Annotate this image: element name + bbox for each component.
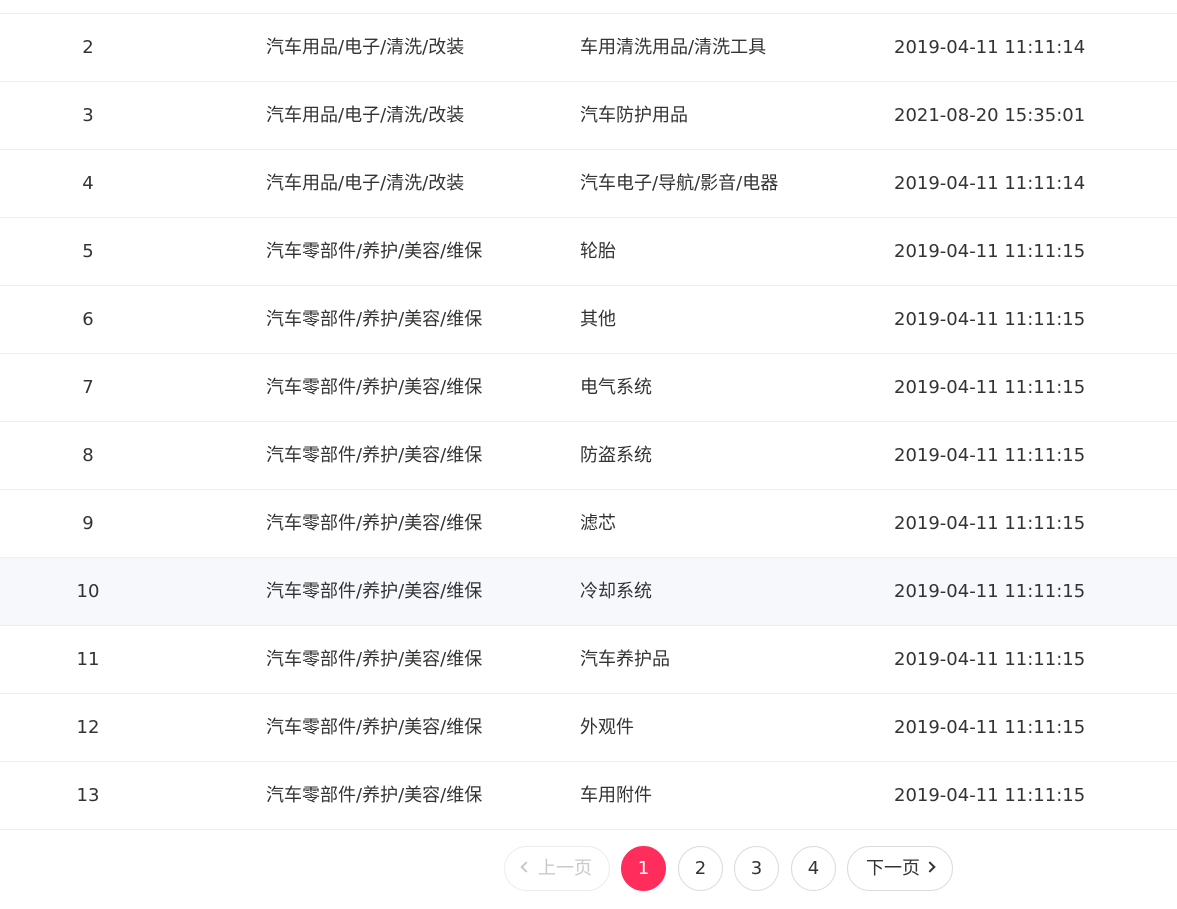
- row-parent-category: 汽车零部件/养护/美容/维保: [266, 309, 483, 330]
- row-timestamp: 2019-04-11 11:11:15: [894, 377, 1086, 398]
- row-id: 9: [82, 513, 94, 534]
- page-button-1[interactable]: 1: [621, 846, 666, 891]
- row-timestamp: 2019-04-11 11:11:15: [894, 717, 1086, 738]
- row-category-name: 冷却系统: [580, 581, 652, 602]
- row-id: 12: [76, 717, 100, 738]
- table-row-hovered[interactable]: 10 汽车零部件/养护/美容/维保 冷却系统 2019-04-11 11:11:…: [0, 558, 1177, 626]
- row-id: 11: [76, 649, 100, 670]
- row-id: 7: [82, 377, 94, 398]
- table-row[interactable]: 9 汽车零部件/养护/美容/维保 滤芯 2019-04-11 11:11:15: [0, 490, 1177, 558]
- table-row[interactable]: 6 汽车零部件/养护/美容/维保 其他 2019-04-11 11:11:15: [0, 286, 1177, 354]
- row-parent-category: 汽车零部件/养护/美容/维保: [266, 649, 483, 670]
- row-category-name: 电气系统: [580, 377, 652, 398]
- row-timestamp: 2019-04-11 11:11:15: [894, 581, 1086, 602]
- prev-page-button[interactable]: 上一页: [504, 846, 610, 891]
- row-timestamp: 2019-04-11 11:11:14: [894, 173, 1086, 194]
- next-page-label: 下一页: [866, 858, 920, 879]
- row-parent-category: 汽车用品/电子/清洗/改装: [266, 37, 465, 58]
- table-row[interactable]: 3 汽车用品/电子/清洗/改装 汽车防护用品 2021-08-20 15:35:…: [0, 82, 1177, 150]
- row-timestamp: 2019-04-11 11:11:15: [894, 241, 1086, 262]
- table-row[interactable]: 2 汽车用品/电子/清洗/改装 车用清洗用品/清洗工具 2019-04-11 1…: [0, 14, 1177, 82]
- row-parent-category: 汽车零部件/养护/美容/维保: [266, 377, 483, 398]
- row-parent-category: 汽车零部件/养护/美容/维保: [266, 581, 483, 602]
- row-parent-category: 汽车零部件/养护/美容/维保: [266, 445, 483, 466]
- row-category-name: 汽车防护用品: [580, 105, 688, 126]
- chevron-left-icon: [520, 861, 532, 873]
- next-page-button[interactable]: 下一页: [847, 846, 953, 891]
- row-id: 5: [82, 241, 94, 262]
- category-table: 1 2 汽车用品/电子/清洗/改装 车用清洗用品/清洗工具 2019-04-11…: [0, 0, 1177, 830]
- page-button-4[interactable]: 4: [791, 846, 836, 891]
- prev-page-label: 上一页: [538, 858, 592, 879]
- table-row[interactable]: 8 汽车零部件/养护/美容/维保 防盗系统 2019-04-11 11:11:1…: [0, 422, 1177, 490]
- row-id: 10: [76, 581, 100, 602]
- row-category-name: 车用清洗用品/清洗工具: [580, 37, 767, 58]
- row-timestamp: 2019-04-11 11:11:15: [894, 785, 1086, 806]
- table-row[interactable]: 7 汽车零部件/养护/美容/维保 电气系统 2019-04-11 11:11:1…: [0, 354, 1177, 422]
- row-category-name: 其他: [580, 309, 616, 330]
- row-timestamp: 2019-04-11 11:11:15: [894, 649, 1086, 670]
- row-category-name: 防盗系统: [580, 445, 652, 466]
- row-parent-category: 汽车零部件/养护/美容/维保: [266, 717, 483, 738]
- row-parent-category: 汽车零部件/养护/美容/维保: [266, 513, 483, 534]
- row-category-name: 汽车养护品: [580, 649, 670, 670]
- table-row[interactable]: 11 汽车零部件/养护/美容/维保 汽车养护品 2019-04-11 11:11…: [0, 626, 1177, 694]
- table-row[interactable]: 12 汽车零部件/养护/美容/维保 外观件 2019-04-11 11:11:1…: [0, 694, 1177, 762]
- row-timestamp: 2019-04-11 11:11:15: [894, 309, 1086, 330]
- row-category-name: 外观件: [580, 717, 634, 738]
- row-timestamp: 2019-04-11 11:11:15: [894, 445, 1086, 466]
- row-id: 3: [82, 105, 94, 126]
- row-id: 13: [76, 785, 100, 806]
- row-id: 2: [82, 37, 94, 58]
- page-button-2[interactable]: 2: [678, 846, 723, 891]
- row-category-name: 车用附件: [580, 785, 652, 806]
- row-id: 8: [82, 445, 94, 466]
- row-id: 1: [0, 0, 176, 13]
- table-row[interactable]: 13 汽车零部件/养护/美容/维保 车用附件 2019-04-11 11:11:…: [0, 762, 1177, 830]
- row-parent-category: 汽车用品/电子/清洗/改装: [266, 105, 465, 126]
- row-timestamp: 2019-04-11 11:11:14: [894, 37, 1086, 58]
- row-category-name: 汽车电子/导航/影音/电器: [580, 173, 779, 194]
- row-parent-category: 汽车零部件/养护/美容/维保: [266, 785, 483, 806]
- row-id: 4: [82, 173, 94, 194]
- row-timestamp: 2019-04-11 11:11:15: [894, 513, 1086, 534]
- page-button-3[interactable]: 3: [734, 846, 779, 891]
- row-id: 6: [82, 309, 94, 330]
- table-row[interactable]: 1: [0, 0, 1177, 14]
- chevron-right-icon: [924, 861, 936, 873]
- table-row[interactable]: 4 汽车用品/电子/清洗/改装 汽车电子/导航/影音/电器 2019-04-11…: [0, 150, 1177, 218]
- row-parent-category: 汽车用品/电子/清洗/改装: [266, 173, 465, 194]
- row-category-name: 滤芯: [580, 513, 616, 534]
- row-category-name: 轮胎: [580, 241, 616, 262]
- row-timestamp: 2021-08-20 15:35:01: [894, 105, 1086, 126]
- table-row[interactable]: 5 汽车零部件/养护/美容/维保 轮胎 2019-04-11 11:11:15: [0, 218, 1177, 286]
- row-parent-category: 汽车零部件/养护/美容/维保: [266, 241, 483, 262]
